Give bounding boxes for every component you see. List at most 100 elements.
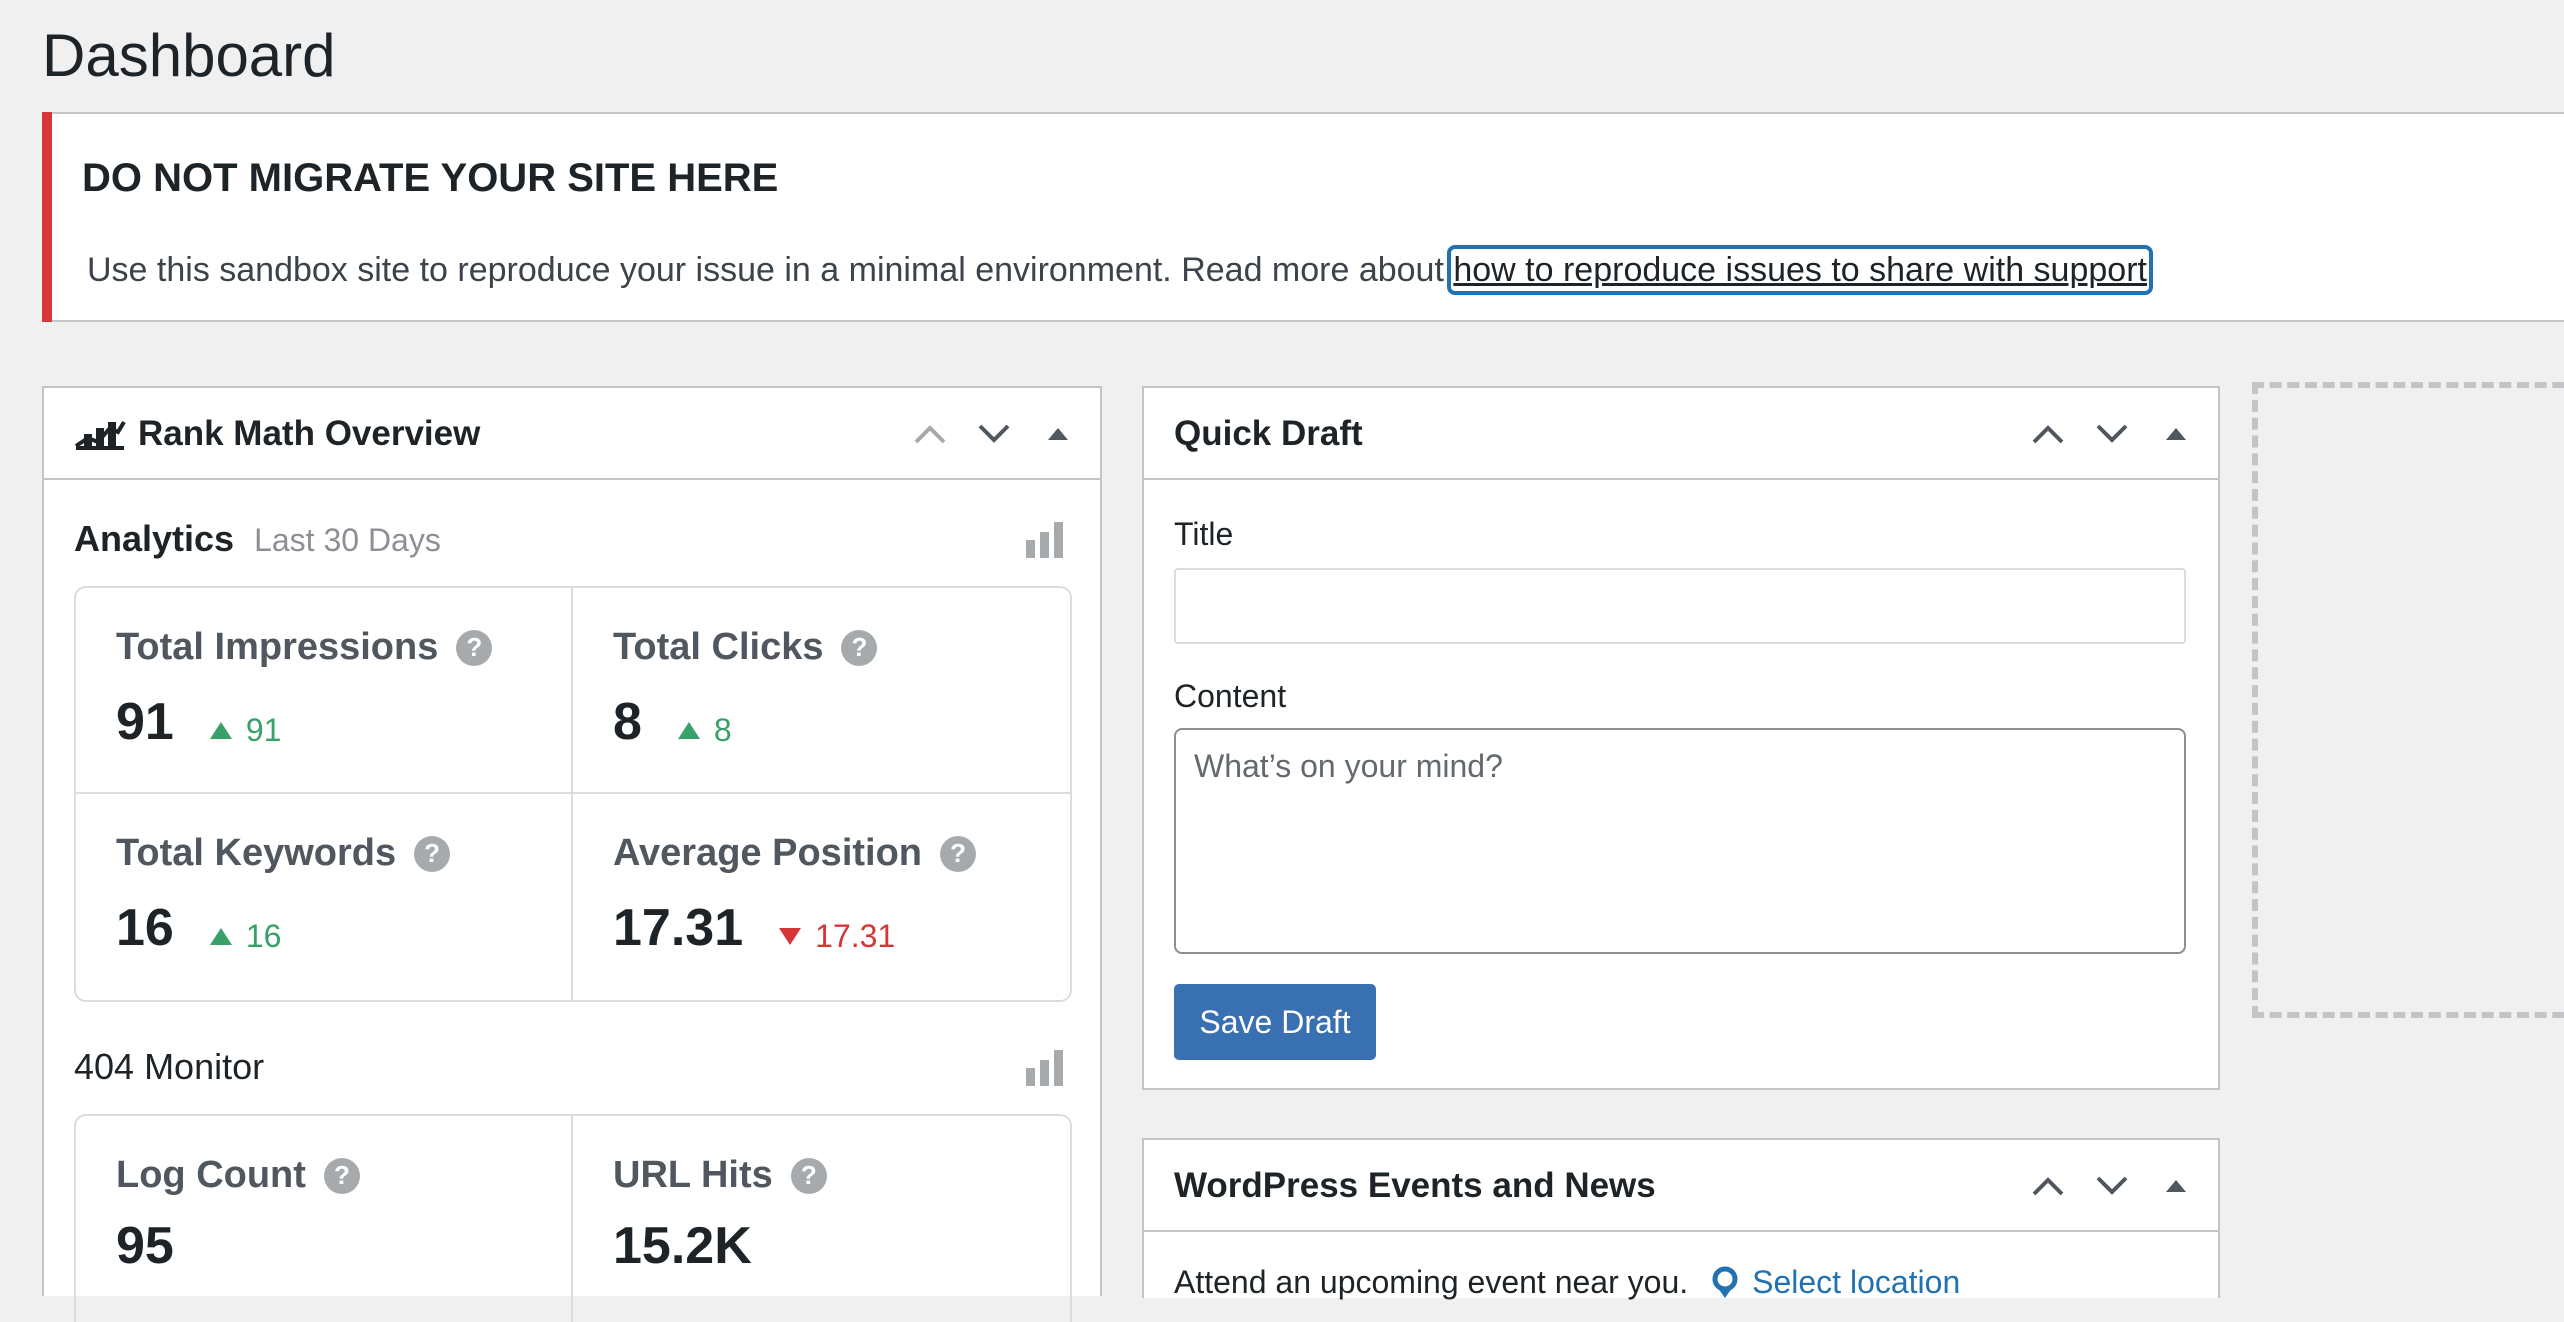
toggle-panel-button[interactable]	[2144, 1154, 2208, 1218]
stat-label-wrap: Total Clicks?	[613, 626, 878, 669]
handle-actions	[2016, 1140, 2208, 1232]
select-location-label: Select location	[1752, 1264, 1961, 1300]
stat-total-clicks: Total Clicks? 88	[573, 588, 1070, 794]
chevron-down-icon	[2096, 1176, 2128, 1195]
widget-header: Quick Draft	[1144, 388, 2218, 480]
stat-change-value: 16	[245, 918, 282, 954]
stat-label: Average Position	[613, 832, 923, 874]
stat-label: Total Clicks	[613, 626, 824, 668]
analytics-label: Analytics	[74, 518, 235, 559]
stat-value: 8	[613, 693, 642, 751]
stat-change-value: 17.31	[815, 918, 896, 954]
stat-change: 17.31	[779, 918, 895, 955]
wordpress-events-widget: WordPress Events and News Attend an upco…	[1142, 1138, 2220, 1301]
stat-label-wrap: URL Hits?	[613, 1154, 827, 1197]
stat-change: 91	[209, 712, 282, 749]
draft-title-input[interactable]	[1174, 568, 2186, 644]
rank-math-logo-icon	[74, 416, 126, 457]
events-text: Attend an upcoming event near you.	[1174, 1264, 1689, 1300]
stat-label: URL Hits	[613, 1154, 773, 1196]
stat-average-position: Average Position? 17.31 17.31	[573, 794, 1070, 1000]
chevron-down-icon	[2096, 424, 2128, 443]
stat-value-row: 15.2K	[613, 1216, 752, 1276]
stat-value-row: 95	[116, 1216, 174, 1276]
arrow-down-icon	[779, 928, 802, 945]
monitor-heading: 404 Monitor	[74, 1046, 265, 1087]
draft-content-textarea[interactable]	[1174, 728, 2186, 954]
title-label: Title	[1174, 516, 1234, 552]
handle-actions	[898, 388, 1090, 480]
notice-title: DO NOT MIGRATE YOUR SITE HERE	[82, 156, 779, 200]
widget-title: WordPress Events and News	[1174, 1166, 1656, 1205]
arrow-up-icon	[209, 928, 232, 945]
stat-label-wrap: Log Count?	[116, 1154, 360, 1197]
stat-change: 16	[209, 918, 282, 955]
sandbox-notice: DO NOT MIGRATE YOUR SITE HERE Use this s…	[42, 112, 2564, 322]
help-icon[interactable]: ?	[790, 1157, 827, 1194]
stat-value: 15.2K	[613, 1217, 752, 1275]
events-intro: Attend an upcoming event near you. Selec…	[1174, 1264, 1960, 1301]
stat-value: 16	[116, 899, 174, 957]
monitor-stats-grid: Log Count? 95 URL Hits? 15.2K	[74, 1114, 1072, 1322]
analytics-heading: Analytics Last 30 Days	[74, 518, 441, 560]
chevron-up-icon	[2032, 425, 2064, 444]
reproduce-issues-link[interactable]: how to reproduce issues to share with su…	[1447, 245, 2153, 295]
bar-chart-icon[interactable]	[1026, 1050, 1064, 1091]
location-pin-icon	[1712, 1266, 1738, 1298]
help-icon[interactable]: ?	[323, 1157, 360, 1194]
stat-value: 95	[116, 1217, 174, 1275]
widget-header: WordPress Events and News	[1144, 1140, 2218, 1232]
quick-draft-widget: Quick Draft Title Content Save Draft	[1142, 386, 2220, 1090]
stat-label-wrap: Total Keywords?	[116, 832, 451, 875]
triangle-up-icon	[1048, 428, 1068, 440]
stat-value-row: 91 91	[116, 692, 281, 752]
arrow-up-icon	[677, 722, 700, 739]
move-down-button[interactable]	[2080, 402, 2144, 466]
stat-change-value: 91	[245, 712, 282, 748]
toggle-panel-button[interactable]	[1026, 402, 1090, 466]
stat-label: Log Count	[116, 1154, 306, 1196]
rank-math-overview-widget: Rank Math Overview Analytics Last 30 Days…	[42, 386, 1102, 1322]
stat-log-count: Log Count? 95	[76, 1116, 573, 1322]
help-icon[interactable]: ?	[841, 629, 878, 666]
widget-title: Quick Draft	[1174, 414, 1363, 453]
select-location-button[interactable]: Select location	[1710, 1264, 1960, 1301]
widget-title: Rank Math Overview	[138, 414, 481, 453]
stat-value-row: 88	[613, 692, 732, 752]
bar-chart-icon[interactable]	[1026, 522, 1064, 563]
stat-label-wrap: Total Impressions?	[116, 626, 493, 669]
move-up-button[interactable]	[2016, 1154, 2080, 1218]
empty-widget-drop-zone[interactable]	[2252, 382, 2564, 1018]
stat-label-wrap: Average Position?	[613, 832, 977, 875]
triangle-up-icon	[2166, 1180, 2186, 1192]
save-draft-button[interactable]: Save Draft	[1174, 984, 1376, 1060]
chevron-down-icon	[978, 424, 1010, 443]
stat-value: 17.31	[613, 899, 744, 957]
page-title: Dashboard	[42, 22, 336, 89]
triangle-up-icon	[2166, 428, 2186, 440]
stat-value-row: 17.31 17.31	[613, 898, 895, 958]
toggle-panel-button[interactable]	[2144, 402, 2208, 466]
move-down-button[interactable]	[962, 402, 1026, 466]
stat-value: 91	[116, 693, 174, 751]
analytics-period: Last 30 Days	[254, 522, 441, 558]
chevron-up-icon	[2032, 1177, 2064, 1196]
stat-change: 8	[677, 712, 732, 749]
help-icon[interactable]: ?	[456, 629, 493, 666]
stat-value-row: 16 16	[116, 898, 281, 958]
stat-label: Total Impressions	[116, 626, 439, 668]
notice-text-body: Use this sandbox site to reproduce your …	[87, 251, 1454, 289]
content-label: Content	[1174, 678, 1287, 714]
arrow-up-icon	[209, 722, 232, 739]
stat-label: Total Keywords	[116, 832, 397, 874]
stat-total-impressions: Total Impressions? 91 91	[76, 588, 573, 794]
help-icon[interactable]: ?	[940, 835, 977, 872]
help-icon[interactable]: ?	[414, 835, 451, 872]
move-down-button[interactable]	[2080, 1154, 2144, 1218]
move-up-button[interactable]	[2016, 402, 2080, 466]
widget-header: Rank Math Overview	[44, 388, 1100, 480]
move-up-button[interactable]	[898, 402, 962, 466]
handle-actions	[2016, 388, 2208, 480]
chevron-up-icon	[914, 425, 946, 444]
stat-total-keywords: Total Keywords? 16 16	[76, 794, 573, 1000]
